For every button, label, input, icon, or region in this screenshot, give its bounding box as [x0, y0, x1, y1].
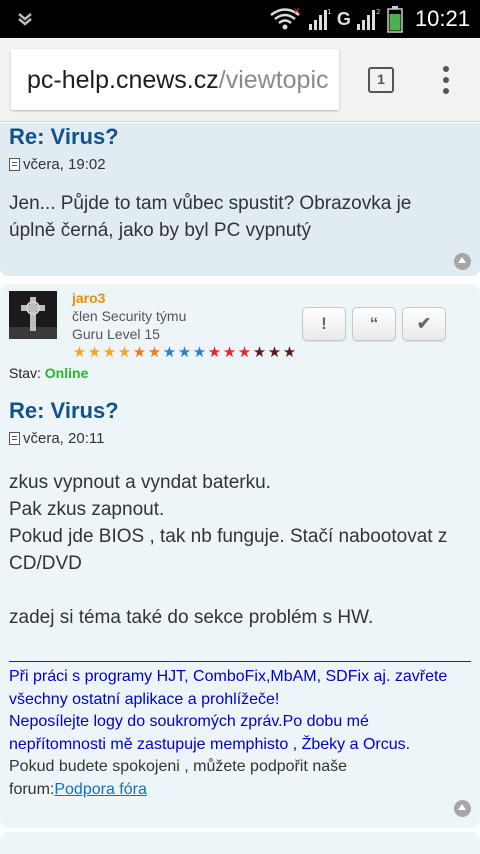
rank-star-icon: ★ [162, 344, 177, 361]
support-forum-link[interactable]: Podpora fóra [54, 781, 147, 798]
network-type-label: G [336, 8, 351, 29]
post-body: zkus vypnout a vyndat baterku. Pak zkus … [9, 469, 469, 631]
cross-avatar-image [9, 291, 57, 339]
rank-star-icon: ★ [192, 344, 207, 361]
avatar[interactable] [9, 291, 57, 339]
status-bar: ✕ 1 G 2 10:21 [0, 0, 480, 38]
topic-content: Re: Virus? včera, 19:02 Jen... Půjde to … [0, 123, 480, 854]
next-post-edge [0, 832, 480, 854]
rank-star-icon: ★ [207, 344, 222, 361]
clock: 10:21 [414, 6, 470, 31]
browser-toolbar: pc-help.cnews.cz/viewtopic 1 [0, 38, 480, 122]
signal-icon: 1 [308, 8, 331, 30]
rank-star-icon: ★ [267, 344, 282, 361]
signature-line: Neposílejte logy do soukromých zpráv.Po … [9, 713, 369, 730]
post-body-line: Pokud jde BIOS , tak nb funguje. Stačí n… [9, 526, 448, 547]
status-label: Stav: [9, 365, 45, 381]
svg-text:✕: ✕ [293, 7, 301, 17]
post-body-line: Jen... Půjde to tam vůbec spustit? Obraz… [9, 193, 412, 214]
signature-prefix: forum: [9, 780, 55, 798]
post-icon[interactable] [9, 432, 20, 445]
rank-star-icon: ★ [117, 344, 132, 361]
rank-stars: ★ ★ ★ ★ ★ ★ ★ ★ ★ ★ ★ ★ ★ ★ ★ [72, 345, 297, 360]
rank-star-icon: ★ [87, 344, 102, 361]
rank-star-icon: ★ [132, 344, 147, 361]
rank-star-icon: ★ [177, 344, 192, 361]
post-author[interactable]: jaro3 [72, 290, 105, 306]
post-body-line: úplně černá, jako by byl PC vypnutý [9, 220, 312, 241]
rank-star-icon: ★ [102, 344, 117, 361]
post-meta: včera, 19:02 [9, 156, 106, 173]
svg-text:1: 1 [327, 8, 331, 16]
tab-switcher-button[interactable]: 1 [368, 67, 394, 93]
rank-star-icon: ★ [72, 344, 87, 361]
post-date: včera, 19:02 [23, 156, 106, 173]
thanks-button[interactable]: ✔ [402, 307, 446, 341]
url-text: pc-help.cnews.cz/viewtopic [27, 66, 329, 95]
rank-star-icon: ★ [147, 344, 162, 361]
signal-icon: 2 [356, 8, 380, 30]
signature-line: všechny ostatní aplikace a prohlížeče! [9, 690, 280, 708]
signature-line: Pokud budete spokojeni , můžete podpořit… [9, 758, 348, 775]
svg-text:2: 2 [376, 8, 380, 16]
post-body: Jen... Půjde to tam vůbec spustit? Obraz… [9, 190, 469, 244]
user-rank-level: Guru Level 15 [72, 326, 160, 342]
rank-star-icon: ★ [282, 344, 297, 361]
post-meta: včera, 20:11 [9, 430, 104, 447]
rank-star-icon: ★ [252, 344, 267, 361]
rank-star-icon: ★ [222, 344, 237, 361]
post-body-line [9, 577, 469, 604]
post-icon[interactable] [9, 158, 20, 171]
overflow-menu-icon[interactable] [436, 64, 456, 96]
signature: Při práci s programy HJT, ComboFix,MbAM,… [9, 661, 471, 801]
signature-line: nepřítomnosti mě zastupuje memphisto , Ž… [9, 735, 411, 753]
back-to-top-icon[interactable] [454, 253, 471, 270]
user-rank: člen Security týmu [72, 308, 187, 324]
post-body-line: CD/DVD [9, 553, 82, 574]
post-body-line: zadej si téma také do sekce problém s HW… [9, 607, 374, 628]
user-status: Stav: Online [9, 365, 88, 381]
forum-post: jaro3 člen Security týmu Guru Level 15 ★… [0, 284, 480, 828]
wifi-icon: ✕ [270, 7, 301, 30]
online-status: Online [44, 365, 89, 381]
battery-icon [387, 6, 403, 33]
download-notification-icon [18, 13, 32, 26]
signature-line: forum:Podpora fóra [9, 779, 471, 802]
post-body-line: Pak zkus zapnout. [9, 499, 165, 520]
signature-line: Při práci s programy HJT, ComboFix,MbAM,… [9, 668, 448, 685]
url-path: /viewtopic [218, 66, 329, 94]
post-date: včera, 20:11 [23, 430, 105, 447]
post-title[interactable]: Re: Virus? [9, 124, 119, 150]
rank-star-icon: ★ [237, 344, 252, 361]
report-button[interactable]: ! [302, 307, 346, 341]
quote-button[interactable]: “ [352, 307, 396, 341]
post-body-line: zkus vypnout a vyndat baterku. [9, 472, 271, 493]
post-title[interactable]: Re: Virus? [9, 398, 119, 424]
url-host: pc-help.cnews.cz [27, 66, 219, 94]
forum-post: Re: Virus? včera, 19:02 Jen... Půjde to … [0, 123, 480, 276]
url-field[interactable]: pc-help.cnews.cz/viewtopic [11, 49, 339, 110]
back-to-top-icon[interactable] [454, 800, 471, 817]
